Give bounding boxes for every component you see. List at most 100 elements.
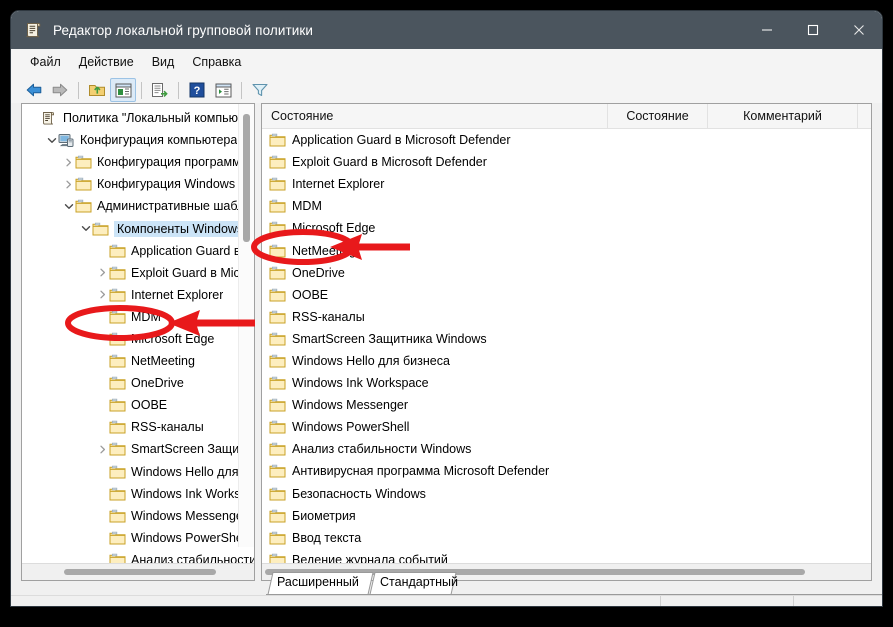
list-item[interactable]: Windows Ink Workspace xyxy=(262,372,871,394)
list-item[interactable]: Анализ стабильности Windows xyxy=(262,438,871,460)
tree-item[interactable]: Windows Messenger xyxy=(22,505,254,527)
tree-vertical-scrollbar-thumb[interactable] xyxy=(243,114,250,242)
tree-item-label: Internet Explorer xyxy=(131,287,224,302)
tab-advanced[interactable]: Расширенный xyxy=(277,575,359,589)
list-item[interactable]: Exploit Guard в Microsoft Defender xyxy=(262,151,871,173)
console-tree: Политика "Локальный компьютер" Конфигурац… xyxy=(22,104,254,563)
tree-item[interactable]: Windows PowerShell xyxy=(22,527,254,549)
tree-item[interactable]: MDM xyxy=(22,306,254,328)
tree-item-label: Windows Messenger xyxy=(131,508,248,523)
properties-icon[interactable] xyxy=(210,78,236,102)
status-segment-1 xyxy=(11,596,661,606)
list-item[interactable]: Windows Messenger xyxy=(262,394,871,416)
menu-help[interactable]: Справка xyxy=(184,52,251,72)
tree-item[interactable]: Компоненты Windows xyxy=(22,217,254,239)
chevron-down-icon[interactable] xyxy=(79,218,92,240)
list-item[interactable]: Безопасность Windows xyxy=(262,483,871,505)
tree-horizontal-scrollbar[interactable] xyxy=(22,563,254,580)
up-folder-icon[interactable] xyxy=(84,78,110,102)
column-header-comment[interactable]: Комментарий xyxy=(707,104,857,128)
list-item[interactable]: Биометрия xyxy=(262,505,871,527)
menu-file[interactable]: Файл xyxy=(22,52,71,72)
list-body: Application Guard в Microsoft Defender Ex… xyxy=(262,129,871,563)
close-button[interactable] xyxy=(836,11,882,49)
folder-icon xyxy=(269,376,286,390)
list-item[interactable]: Антивирусная программа Microsoft Defende… xyxy=(262,460,871,482)
tree-item[interactable]: OneDrive xyxy=(22,372,254,394)
maximize-button[interactable] xyxy=(790,11,836,49)
forward-icon[interactable] xyxy=(47,78,73,102)
chevron-right-icon[interactable] xyxy=(62,151,75,173)
tree-item[interactable]: Application Guard в Microsoft Defender xyxy=(22,240,254,262)
tree-item-label: Конфигурация компьютера xyxy=(80,133,238,148)
tab-standard[interactable]: Стандартный xyxy=(380,575,458,589)
tree-item-label: Конфигурация Windows xyxy=(97,177,236,192)
tree-vertical-scrollbar[interactable] xyxy=(238,104,254,547)
list-item[interactable]: Ведение журнала событий xyxy=(262,549,871,563)
list-item[interactable]: Internet Explorer xyxy=(262,173,871,195)
tree-item[interactable]: RSS-каналы xyxy=(22,416,254,438)
chevron-right-icon[interactable] xyxy=(96,284,109,306)
folder-icon xyxy=(269,199,286,213)
folder-icon xyxy=(109,531,126,545)
tree-item[interactable]: Конфигурация Windows xyxy=(22,173,254,195)
tree-item[interactable]: Windows Hello для бизнеса xyxy=(22,461,254,483)
folder-icon xyxy=(269,266,286,280)
settings-list: Application Guard в Microsoft Defender Ex… xyxy=(262,129,871,563)
tree-item[interactable]: Анализ стабильности Windows xyxy=(22,549,254,563)
column-header-state[interactable]: Состояние xyxy=(607,104,707,128)
tree-item[interactable]: Microsoft Edge xyxy=(22,328,254,350)
tree-item[interactable]: NetMeeting xyxy=(22,350,254,372)
tree-item[interactable]: Exploit Guard в Microsoft Defender xyxy=(22,262,254,284)
list-item[interactable]: RSS-каналы xyxy=(262,306,871,328)
tree-item[interactable]: Internet Explorer xyxy=(22,284,254,306)
chevron-right-icon[interactable] xyxy=(96,262,109,284)
folder-icon xyxy=(109,398,126,412)
tree-item-label: OneDrive xyxy=(131,376,184,391)
list-item-label: Application Guard в Microsoft Defender xyxy=(292,133,511,148)
folder-icon xyxy=(92,222,109,236)
chevron-down-icon[interactable] xyxy=(62,195,75,217)
minimize-button[interactable] xyxy=(744,11,790,49)
chevron-down-icon[interactable] xyxy=(45,129,58,151)
view-tabs: Расширенный Стандартный xyxy=(266,571,882,595)
tree-item[interactable]: OOBE xyxy=(22,394,254,416)
help-icon[interactable]: ? xyxy=(184,78,210,102)
list-item[interactable]: SmartScreen Защитника Windows xyxy=(262,328,871,350)
window-title: Редактор локальной групповой политики xyxy=(53,22,314,38)
tree-horizontal-scrollbar-thumb[interactable] xyxy=(64,569,216,575)
chevron-right-icon[interactable] xyxy=(62,173,75,195)
filter-icon[interactable] xyxy=(247,78,273,102)
menu-view[interactable]: Вид xyxy=(144,52,185,72)
list-item[interactable]: Microsoft Edge xyxy=(262,217,871,239)
tree-item[interactable]: Windows Ink Workspace xyxy=(22,483,254,505)
folder-icon xyxy=(75,199,92,213)
folder-icon xyxy=(109,244,126,258)
tree-item[interactable]: SmartScreen Защитника Windows xyxy=(22,438,254,460)
list-item[interactable]: MDM xyxy=(262,195,871,217)
list-item[interactable]: Windows PowerShell xyxy=(262,416,871,438)
tree-item[interactable]: Конфигурация программ xyxy=(22,151,254,173)
show-hide-tree-icon[interactable] xyxy=(110,78,136,102)
tree-item-label: Административные шаблоны xyxy=(97,199,254,214)
list-item[interactable]: Ввод текста xyxy=(262,527,871,549)
tree-item-label: Windows Ink Workspace xyxy=(131,486,254,501)
list-item[interactable]: OOBE xyxy=(262,284,871,306)
back-icon[interactable] xyxy=(21,78,47,102)
chevron-right-icon[interactable] xyxy=(96,438,109,460)
list-item[interactable]: Application Guard в Microsoft Defender xyxy=(262,129,871,151)
list-item-label: Microsoft Edge xyxy=(292,221,376,236)
list-item[interactable]: OneDrive xyxy=(262,262,871,284)
list-item-label: OOBE xyxy=(292,287,329,302)
console-tree-pane: Политика "Локальный компьютер" Конфигурац… xyxy=(21,103,255,581)
list-item[interactable]: NetMeeting xyxy=(262,239,871,261)
menu-action[interactable]: Действие xyxy=(71,52,144,72)
tree-item[interactable]: Административные шаблоны xyxy=(22,195,254,217)
export-list-icon[interactable] xyxy=(147,78,173,102)
tree-item[interactable]: Конфигурация компьютера xyxy=(22,129,254,151)
column-header-setting[interactable]: Состояние xyxy=(262,104,607,128)
tree-item-label: Политика "Локальный компьютер" xyxy=(63,111,254,126)
tree-item[interactable]: Политика "Локальный компьютер" xyxy=(22,107,254,129)
list-item[interactable]: Windows Hello для бизнеса xyxy=(262,350,871,372)
